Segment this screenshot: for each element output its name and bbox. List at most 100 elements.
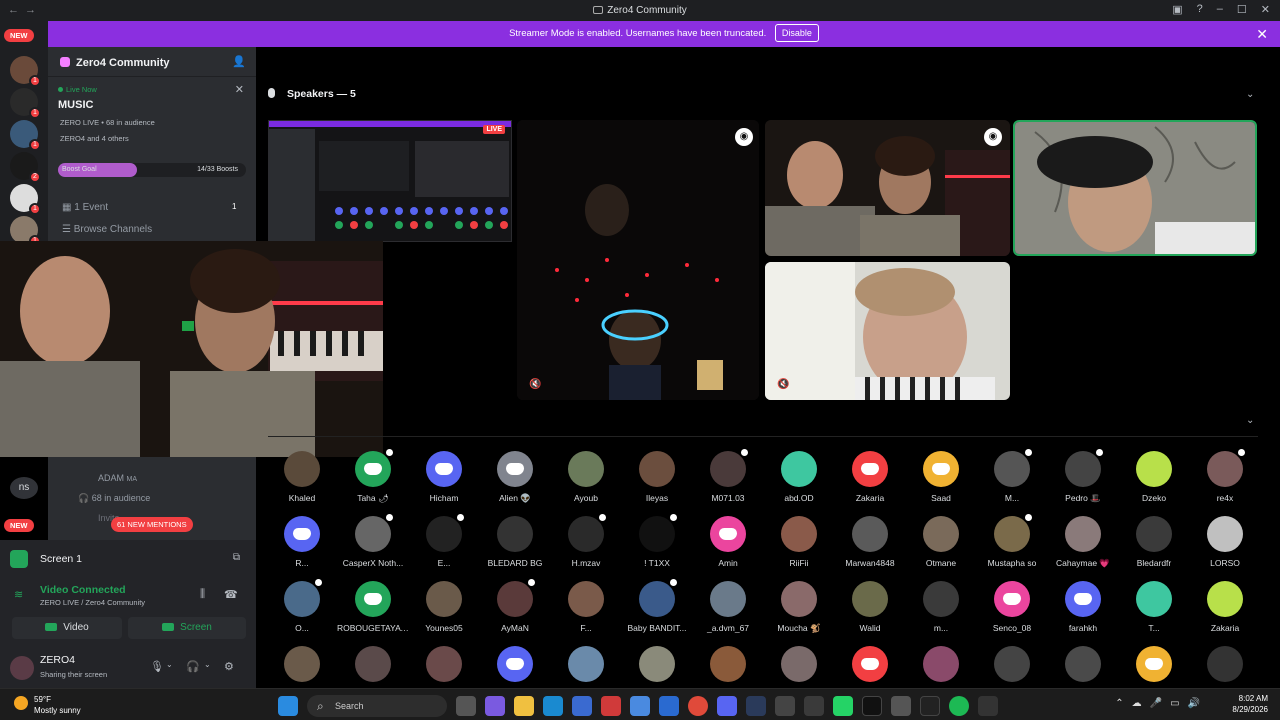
- avatar[interactable]: [568, 512, 608, 552]
- banner-close-icon[interactable]: ✕: [1256, 21, 1268, 47]
- server-header[interactable]: Zero4 Community 👤: [48, 47, 256, 77]
- chrome-icon[interactable]: [688, 696, 708, 716]
- avatar[interactable]: [781, 646, 817, 682]
- audience-member[interactable]: BLEDARD BG: [479, 516, 551, 568]
- headphones-icon[interactable]: 🎧: [186, 660, 200, 673]
- disable-streamer-button[interactable]: Disable: [774, 24, 819, 42]
- spotify-icon[interactable]: [949, 696, 969, 716]
- audience-member[interactable]: abd.OD: [763, 451, 835, 503]
- voice-channel-name[interactable]: ZERO LIVE / Zero4 Community: [40, 598, 145, 607]
- screen-share-row[interactable]: Screen 1 ⧉: [10, 550, 246, 568]
- avatar[interactable]: [1065, 646, 1101, 682]
- avatar[interactable]: [426, 581, 462, 617]
- avatar[interactable]: [852, 581, 888, 617]
- audience-member[interactable]: Bledardfr: [1118, 516, 1190, 568]
- audience-member[interactable]: [763, 646, 835, 682]
- speaker-tile[interactable]: 🔇: [765, 262, 1010, 400]
- avatar[interactable]: [994, 512, 1034, 552]
- audience-member[interactable]: M071.03: [692, 447, 764, 503]
- tiktok-icon[interactable]: [862, 696, 882, 716]
- audience-member[interactable]: Dzeko: [1118, 451, 1190, 503]
- app-icon[interactable]: [978, 696, 998, 716]
- edge-icon[interactable]: [543, 696, 563, 716]
- audience-member[interactable]: R...: [266, 516, 338, 568]
- audience-member[interactable]: O...: [266, 577, 338, 633]
- invite-people-icon[interactable]: 👤: [232, 55, 246, 68]
- audience-member[interactable]: ! T1XX: [621, 512, 693, 568]
- settings-gear-icon[interactable]: ⚙: [224, 660, 234, 673]
- help-icon[interactable]: ?: [1197, 3, 1203, 16]
- audience-member[interactable]: CasperX Noth...: [337, 512, 409, 568]
- new-badge-top[interactable]: NEW: [4, 29, 34, 42]
- popout-icon[interactable]: ⧉: [233, 552, 240, 563]
- avatar[interactable]: [852, 646, 888, 682]
- avatar[interactable]: [639, 577, 679, 617]
- chevron-down-icon[interactable]: ⌄: [204, 660, 211, 669]
- audience-member[interactable]: [976, 646, 1048, 682]
- voice-user-adam[interactable]: ADAM MA: [98, 473, 137, 483]
- avatar[interactable]: [923, 646, 959, 682]
- signal-icon[interactable]: ≋: [14, 588, 23, 601]
- audience-member[interactable]: Saad: [905, 451, 977, 503]
- audience-member[interactable]: [550, 646, 622, 682]
- avatar[interactable]: [426, 451, 462, 487]
- stream-eye-icon[interactable]: ◉: [984, 128, 1002, 146]
- audience-member[interactable]: H.mzav: [550, 512, 622, 568]
- start-icon[interactable]: [278, 696, 298, 716]
- avatar[interactable]: [355, 447, 395, 487]
- outlook-icon[interactable]: [659, 696, 679, 716]
- avatar[interactable]: [852, 516, 888, 552]
- app-icon[interactable]: [804, 696, 824, 716]
- screen-button[interactable]: Screen: [128, 617, 246, 639]
- avatar[interactable]: [1207, 516, 1243, 552]
- avatar[interactable]: [355, 512, 395, 552]
- boost-goal-bar[interactable]: Boost Goal 14/33 Boosts: [58, 163, 246, 177]
- avatar[interactable]: [1136, 581, 1172, 617]
- audience-member[interactable]: [1189, 646, 1261, 682]
- avatar[interactable]: [568, 451, 604, 487]
- audience-member[interactable]: Taha 🌶: [337, 447, 409, 504]
- server-icon[interactable]: 1: [10, 120, 41, 151]
- server-icon[interactable]: 1: [10, 56, 41, 87]
- avatar[interactable]: [497, 646, 533, 682]
- audience-member[interactable]: Mustapha so: [976, 512, 1048, 568]
- collapse-speakers-icon[interactable]: ⌄: [1246, 89, 1254, 100]
- avatar[interactable]: [568, 581, 604, 617]
- avatar[interactable]: [710, 447, 750, 487]
- avatar[interactable]: [781, 451, 817, 487]
- voice-status[interactable]: Video Connected: [40, 584, 126, 596]
- avatar[interactable]: [426, 512, 466, 552]
- avatar[interactable]: [355, 646, 391, 682]
- audience-member[interactable]: Zakaria: [1189, 581, 1261, 633]
- avatar[interactable]: [994, 447, 1034, 487]
- avatar[interactable]: [639, 646, 675, 682]
- task-view-icon[interactable]: [456, 696, 476, 716]
- audience-member[interactable]: M...: [976, 447, 1048, 503]
- speaker-tile-speaking[interactable]: [1013, 120, 1257, 256]
- clock[interactable]: 8:02 AM 8/29/2026: [1232, 693, 1268, 715]
- browse-channels-item[interactable]: ☰ Browse Channels: [62, 224, 152, 235]
- audience-member[interactable]: [266, 646, 338, 682]
- audience-member[interactable]: [1047, 646, 1119, 682]
- avatar[interactable]: [710, 516, 746, 552]
- avatar[interactable]: [284, 646, 320, 682]
- server-name[interactable]: Zero4 Community: [76, 57, 170, 69]
- avatar[interactable]: [284, 451, 320, 487]
- audience-member[interactable]: F...: [550, 581, 622, 633]
- minimize-button[interactable]: –: [1217, 3, 1223, 16]
- chevron-down-icon[interactable]: ⌄: [166, 660, 173, 669]
- audience-member[interactable]: farahkh: [1047, 581, 1119, 633]
- stream-eye-icon[interactable]: ◉: [735, 128, 753, 146]
- steam-icon[interactable]: [746, 696, 766, 716]
- audience-member[interactable]: [337, 646, 409, 682]
- avatar[interactable]: [1207, 646, 1243, 682]
- avatar[interactable]: [568, 646, 604, 682]
- audience-member[interactable]: [1118, 646, 1190, 682]
- avatar[interactable]: [1065, 516, 1101, 552]
- avatar[interactable]: [284, 516, 320, 552]
- avatar[interactable]: [426, 646, 462, 682]
- obs-icon[interactable]: [891, 696, 911, 716]
- audience-member[interactable]: Walid: [834, 581, 906, 633]
- new-badge-bottom[interactable]: NEW: [4, 519, 34, 532]
- audience-member[interactable]: Marwan4848: [834, 516, 906, 568]
